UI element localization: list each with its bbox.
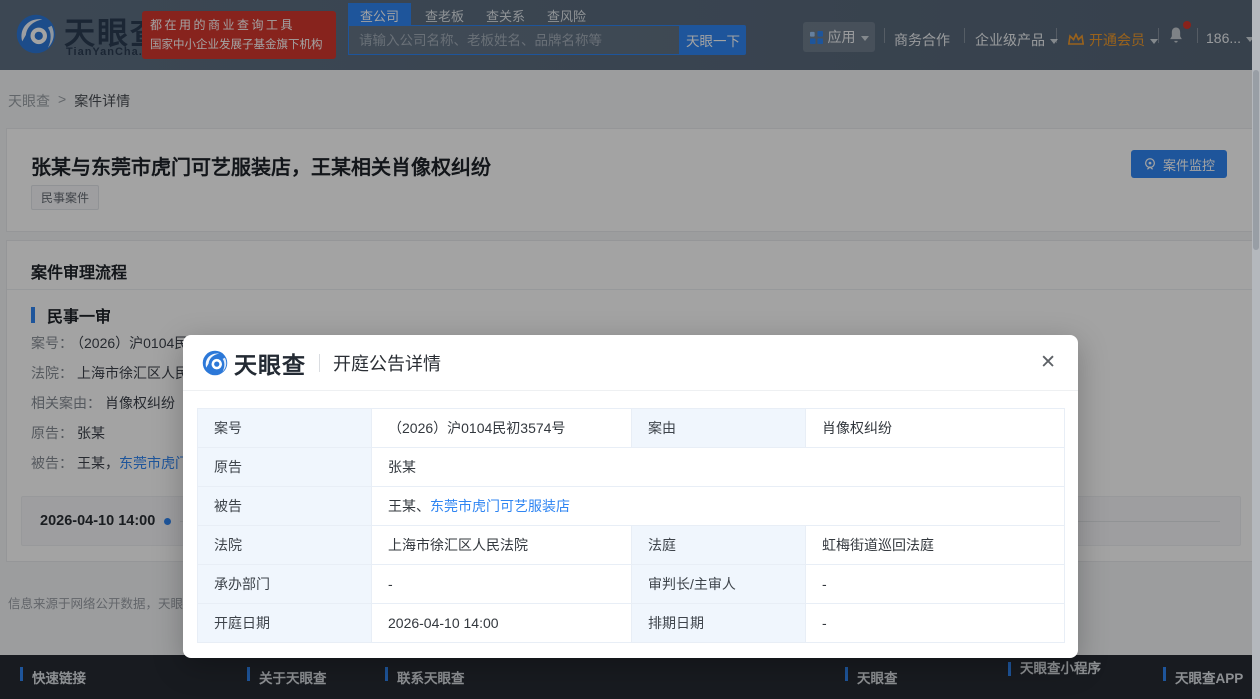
table-row: 法院 上海市徐汇区人民法院 法庭 虹梅街道巡回法庭 xyxy=(197,525,1065,565)
cell-label: 开庭日期 xyxy=(197,603,372,643)
modal-header: 天眼查 开庭公告详情 ✕ xyxy=(183,335,1078,391)
hearing-detail-table: 案号 （2026）沪0104民初3574号 案由 肖像权纠纷 原告 张某 被告 … xyxy=(197,408,1065,643)
divider xyxy=(319,353,320,372)
cell-value: 王某、东莞市虎门可艺服装店 xyxy=(371,486,1065,526)
cell-label: 审判长/主审人 xyxy=(631,564,806,604)
cell-label: 承办部门 xyxy=(197,564,372,604)
cell-value: 张某 xyxy=(371,447,1065,487)
cell-label: 法庭 xyxy=(631,525,806,565)
defendant-person: 王某、 xyxy=(388,498,430,514)
cell-value: 肖像权纠纷 xyxy=(805,408,1065,448)
cell-label: 案号 xyxy=(197,408,372,448)
cell-value: - xyxy=(805,564,1065,604)
cell-label: 排期日期 xyxy=(631,603,806,643)
defendant-company-link[interactable]: 东莞市虎门可艺服装店 xyxy=(430,498,570,514)
modal-brand: 天眼查 xyxy=(234,351,306,378)
close-icon[interactable]: ✕ xyxy=(1040,352,1056,374)
table-row: 案号 （2026）沪0104民初3574号 案由 肖像权纠纷 xyxy=(197,408,1065,448)
cell-label: 法院 xyxy=(197,525,372,565)
table-row: 原告 张某 xyxy=(197,447,1065,487)
cell-value: 虹梅街道巡回法庭 xyxy=(805,525,1065,565)
page-scrollbar[interactable] xyxy=(1252,0,1260,699)
cell-value: - xyxy=(805,603,1065,643)
cell-value: （2026）沪0104民初3574号 xyxy=(371,408,632,448)
table-row: 承办部门 - 审判长/主审人 - xyxy=(197,564,1065,604)
cell-label: 原告 xyxy=(197,447,372,487)
scrollbar-thumb[interactable] xyxy=(1253,70,1259,250)
cell-value: 上海市徐汇区人民法院 xyxy=(371,525,632,565)
cell-label: 被告 xyxy=(197,486,372,526)
table-row: 被告 王某、东莞市虎门可艺服装店 xyxy=(197,486,1065,526)
modal-body: 案号 （2026）沪0104民初3574号 案由 肖像权纠纷 原告 张某 被告 … xyxy=(183,391,1078,643)
cell-value: 2026-04-10 14:00 xyxy=(371,603,632,643)
modal-title: 开庭公告详情 xyxy=(333,353,441,374)
cell-label: 案由 xyxy=(631,408,806,448)
table-row: 开庭日期 2026-04-10 14:00 排期日期 - xyxy=(197,603,1065,643)
hearing-announcement-modal: 天眼查 开庭公告详情 ✕ 案号 （2026）沪0104民初3574号 案由 肖像… xyxy=(183,335,1078,658)
tianyancha-logo-icon xyxy=(202,350,228,375)
cell-value: - xyxy=(371,564,632,604)
